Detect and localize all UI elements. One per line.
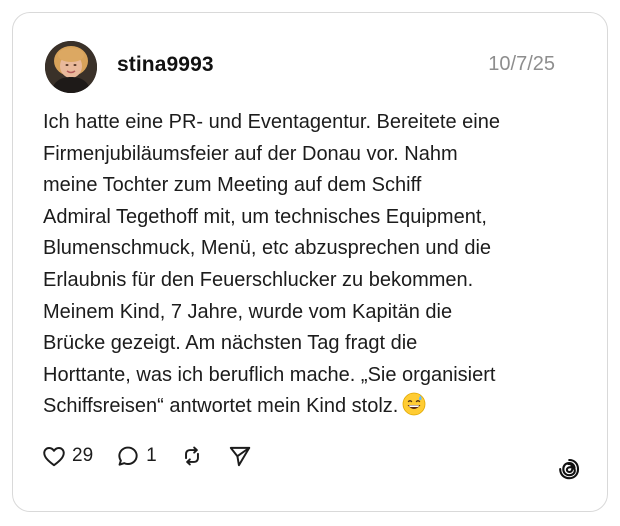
- threads-logo-icon[interactable]: [557, 457, 581, 481]
- grinning-face-with-sweat-icon: [402, 392, 426, 427]
- like-button[interactable]: 29: [41, 443, 93, 469]
- post-text-line: Meinem Kind, 7 Jahre, wurde vom Kapitän …: [43, 300, 453, 323]
- reply-count: 1: [146, 445, 157, 466]
- repost-icon: [179, 443, 205, 469]
- post-text-line: Ich hatte eine PR- und Eventagentur. Ber…: [43, 111, 500, 133]
- like-count: 29: [72, 445, 94, 466]
- comment-icon: [115, 443, 141, 469]
- post-actions: 29 1: [41, 441, 275, 471]
- post-text-line-content: Schiffsreisen“ antwortet mein Kind stolz…: [43, 395, 399, 418]
- heart-icon: [41, 443, 67, 469]
- send-icon: [227, 443, 253, 469]
- avatar[interactable]: [45, 41, 97, 93]
- username[interactable]: stina9993: [117, 53, 214, 77]
- post-card: stina9993 10/7/25 Ich hatte eine PR- und…: [12, 12, 608, 512]
- post-text-line: Blumenschmuck, Menü, etc abzusprechen un…: [43, 237, 492, 260]
- repost-button[interactable]: [179, 443, 205, 469]
- post-text-line: Admiral Tegethoff mit, um technisches Eq…: [43, 205, 487, 228]
- post-text-line: Erlaubnis für den Feuerschlucker zu beko…: [43, 268, 474, 291]
- post-text-line-last: Schiffsreisen“ antwortet mein Kind stolz…: [43, 391, 583, 427]
- reply-button[interactable]: 1: [115, 443, 157, 469]
- post-text-line: Firmenjubiläumsfeier auf der Donau vor. …: [43, 142, 458, 165]
- post-date: 10/7/25: [488, 53, 555, 75]
- post-text-line: meine Tochter zum Meeting auf dem Schiff: [43, 174, 422, 197]
- post-text: Ich hatte eine PR- und Eventagentur. Ber…: [43, 107, 583, 427]
- share-button[interactable]: [227, 443, 253, 469]
- post-text-line: Brücke gezeigt. Am nächsten Tag fragt di…: [43, 332, 418, 355]
- post-text-line: Horttante, was ich beruflich mache. „Sie…: [43, 363, 496, 386]
